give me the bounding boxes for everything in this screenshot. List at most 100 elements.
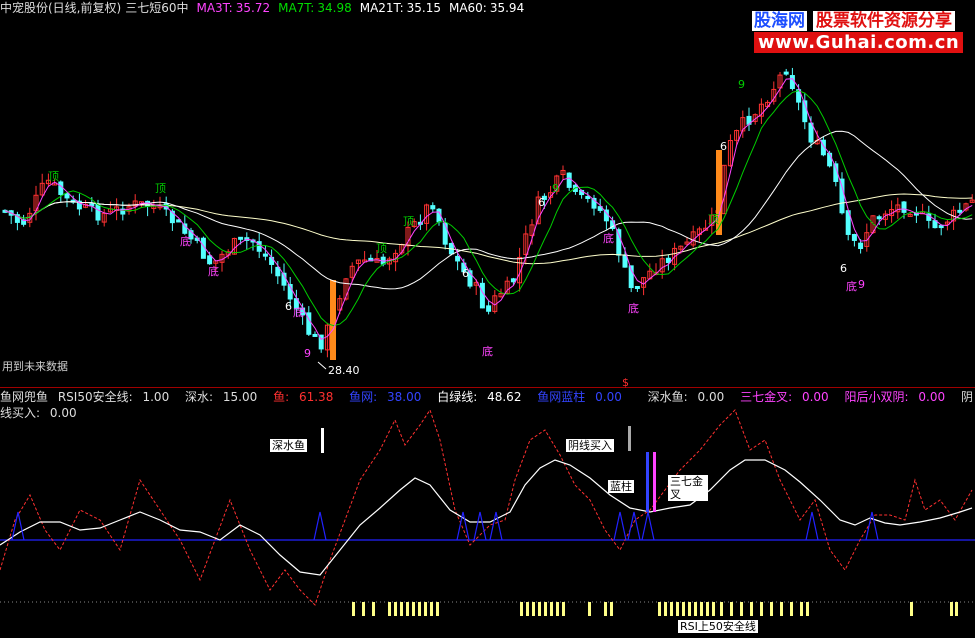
net-spike [805,511,819,541]
net-spike [613,511,627,541]
rsi-safe-bar [532,602,535,616]
candle-body [510,278,516,283]
rsi-safe-bar [436,602,439,616]
fish-line [0,408,973,606]
candle-body [238,236,244,240]
candle-body [275,266,281,277]
candle-body [789,75,795,90]
candle-body [262,253,268,257]
chart-marker-top-label: 顶 [48,170,59,183]
candle-body [839,178,845,214]
yin-buy-tag: 阴线买入 [566,439,614,452]
rsi-safe-bar [424,602,427,616]
rsi-safe-bar [760,602,763,616]
rsi-safe-bar [372,602,375,616]
candle-body [442,222,448,245]
blue-bar-marker [646,452,649,512]
rsi-safe-bar [700,602,703,616]
rsi-safe-bar [688,602,691,616]
candle-body [938,225,944,229]
candle-body [312,333,318,337]
watermark-brand: 股海网 [752,11,807,31]
rsi-safe-bar [394,602,397,616]
rsi-safe-bar [664,602,667,616]
rsi-safe-bar [562,602,565,616]
low-price-label: 28.40 [328,364,360,377]
rsi-safe-bar [694,602,697,616]
chart-marker-bottom-label: 底 [180,234,191,248]
candle-body [808,122,814,143]
rsi-safe-bar [538,602,541,616]
ma21-value: 35.15 [406,1,441,15]
net-spike [865,511,879,541]
candle-body [957,209,963,213]
rsi-safe-tag: RSI上50安全线 [678,620,758,633]
rsi-safe-bar [418,602,421,616]
candle-body [585,195,591,199]
white-green-line [0,459,973,576]
stock-title: 中宠股份(日线,前复权) [0,1,122,15]
net-spike [641,511,655,541]
rsi-safe-bar [770,602,773,616]
net-spike [473,511,487,541]
golden-cross-marker [653,452,656,512]
rsi-safe-bar [388,602,391,616]
net-spike [456,511,470,541]
candle-body [876,216,882,220]
ma3-line [4,78,973,341]
net-spike [627,511,641,541]
rsi-safe-bar [526,602,529,616]
candle-body [455,255,461,262]
chart-marker-six: 6 [538,196,545,209]
rsi-safe-bar [790,602,793,616]
candle-body [616,229,622,256]
rsi-safe-bar [740,602,743,616]
future-data-label: 用到未来数据 [2,359,68,373]
chart-marker-six: 6 [720,140,727,153]
ma7-line [4,90,973,327]
net-blue-spikes [11,511,879,541]
ma3-label: MA3T: [196,1,233,15]
site-watermark: 股海网 股票软件资源分享 www.Guhai.com.cn [752,4,972,54]
rsi-safe-bar [550,602,553,616]
rsi-safe-bar [712,602,715,616]
low-price-arrow [317,361,327,370]
chart-marker-six: 6 [285,300,292,313]
chart-marker-bottom-label: 底 [603,231,614,245]
rsi-safe-bar [910,602,913,616]
indicator-chart[interactable] [0,400,975,638]
rsi-safe-bar [604,602,607,616]
deep-fish-marker [321,428,324,453]
deep-fish-tag: 深水鱼 [270,439,307,452]
chart-marker-nine: 9 [738,78,745,91]
candle-body [783,71,789,75]
candle-body [827,152,833,167]
candle-body [95,203,101,221]
candle-body [851,234,857,241]
candle-body [634,285,640,289]
candle-body [58,181,64,195]
blue-bar-tag: 蓝柱 [608,480,634,493]
chart-marker-bottom-label: 底 [293,305,304,319]
dollar-marker: $ [622,376,629,388]
ma7-value: 34.98 [317,1,352,15]
chart-marker-top-label: 顶 [708,213,719,226]
chart-marker-six: 6 [840,262,847,275]
ma21-label: MA21T: [359,1,404,15]
rsi-safe-bar [588,602,591,616]
chart-header: 中宠股份(日线,前复权) 三七短60中 MA3T: 35.72 MA7T: 34.98 MA… [0,0,532,16]
rsi-safe-bar [955,602,958,616]
net-spike [313,511,327,541]
rsi-safe-bar [730,602,733,616]
candle-body [486,305,492,312]
rsi-safe-bar [406,602,409,616]
candle-body [665,257,671,264]
price-chart[interactable]: 顶顶顶顶 顶底底底底底底底666669999 28.40 用到未来数据 $ [0,0,975,388]
rsi-safe-bar [750,602,753,616]
chart-marker-bottom-label: 底 [208,264,219,278]
chart-marker-nine: 9 [304,347,311,360]
rsi-safe-bar [520,602,523,616]
rsi-safe-bar [676,602,679,616]
rsi-safe-bar [806,602,809,616]
indicator-name: 三七短60中 [125,1,189,15]
